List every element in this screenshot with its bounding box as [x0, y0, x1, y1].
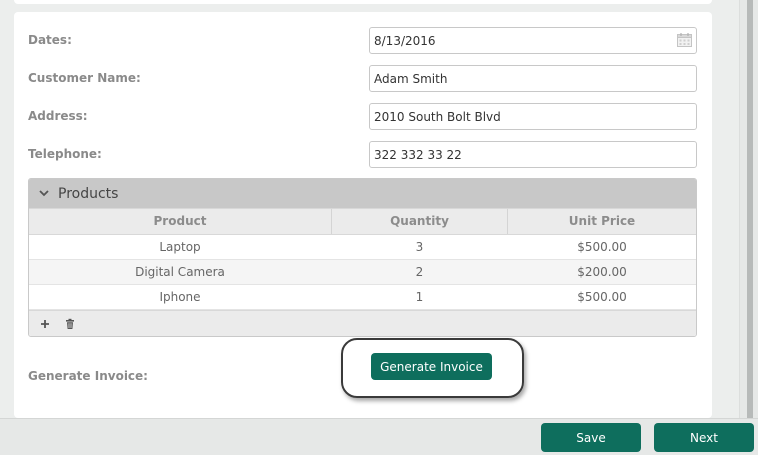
footer-bar	[0, 418, 758, 455]
products-grid-toolbar	[29, 310, 696, 336]
table-row[interactable]: Digital Camera 2 $200.00	[29, 260, 696, 285]
address-label: Address:	[28, 109, 88, 123]
generate-invoice-button[interactable]: Generate Invoice	[371, 353, 492, 380]
calendar-icon[interactable]	[677, 33, 692, 47]
generate-invoice-label: Generate Invoice:	[28, 369, 148, 383]
trash-icon[interactable]	[64, 318, 76, 330]
chevron-down-icon[interactable]	[38, 188, 50, 198]
column-header-quantity[interactable]: Quantity	[332, 209, 507, 234]
cell-quantity: 2	[415, 265, 424, 279]
table-row[interactable]: Iphone 1 $500.00	[29, 285, 696, 310]
column-header-product[interactable]: Product	[29, 209, 331, 234]
products-grid-header: Product Quantity Unit Price	[29, 208, 696, 235]
products-panel-title: Products	[58, 186, 119, 202]
telephone-input[interactable]	[369, 141, 697, 168]
telephone-label: Telephone:	[28, 147, 102, 161]
cell-unit-price: $500.00	[577, 290, 627, 304]
table-row[interactable]: Laptop 3 $500.00	[29, 235, 696, 260]
dates-input[interactable]	[369, 27, 697, 54]
save-button[interactable]: Save	[541, 423, 641, 452]
customer-name-label: Customer Name:	[28, 71, 141, 85]
cell-product: Iphone	[159, 290, 201, 304]
products-panel: Products Product Quantity Unit Price Lap…	[28, 178, 697, 337]
next-button[interactable]: Next	[654, 423, 754, 452]
plus-icon[interactable]	[39, 318, 51, 330]
scrollbar-track[interactable]	[739, 0, 758, 418]
cell-unit-price: $200.00	[577, 265, 627, 279]
cell-unit-price: $500.00	[577, 240, 627, 254]
address-input[interactable]	[369, 103, 697, 130]
cell-quantity: 1	[415, 290, 424, 304]
cell-product: Laptop	[159, 240, 201, 254]
column-header-unit-price[interactable]: Unit Price	[508, 209, 696, 234]
customer-name-input[interactable]	[369, 65, 697, 92]
dates-label: Dates:	[28, 33, 72, 47]
products-panel-header[interactable]: Products	[29, 179, 696, 208]
cell-quantity: 3	[415, 240, 424, 254]
previous-card-edge	[14, 0, 712, 4]
cell-product: Digital Camera	[135, 265, 225, 279]
scrollbar-thumb[interactable]	[747, 0, 753, 418]
